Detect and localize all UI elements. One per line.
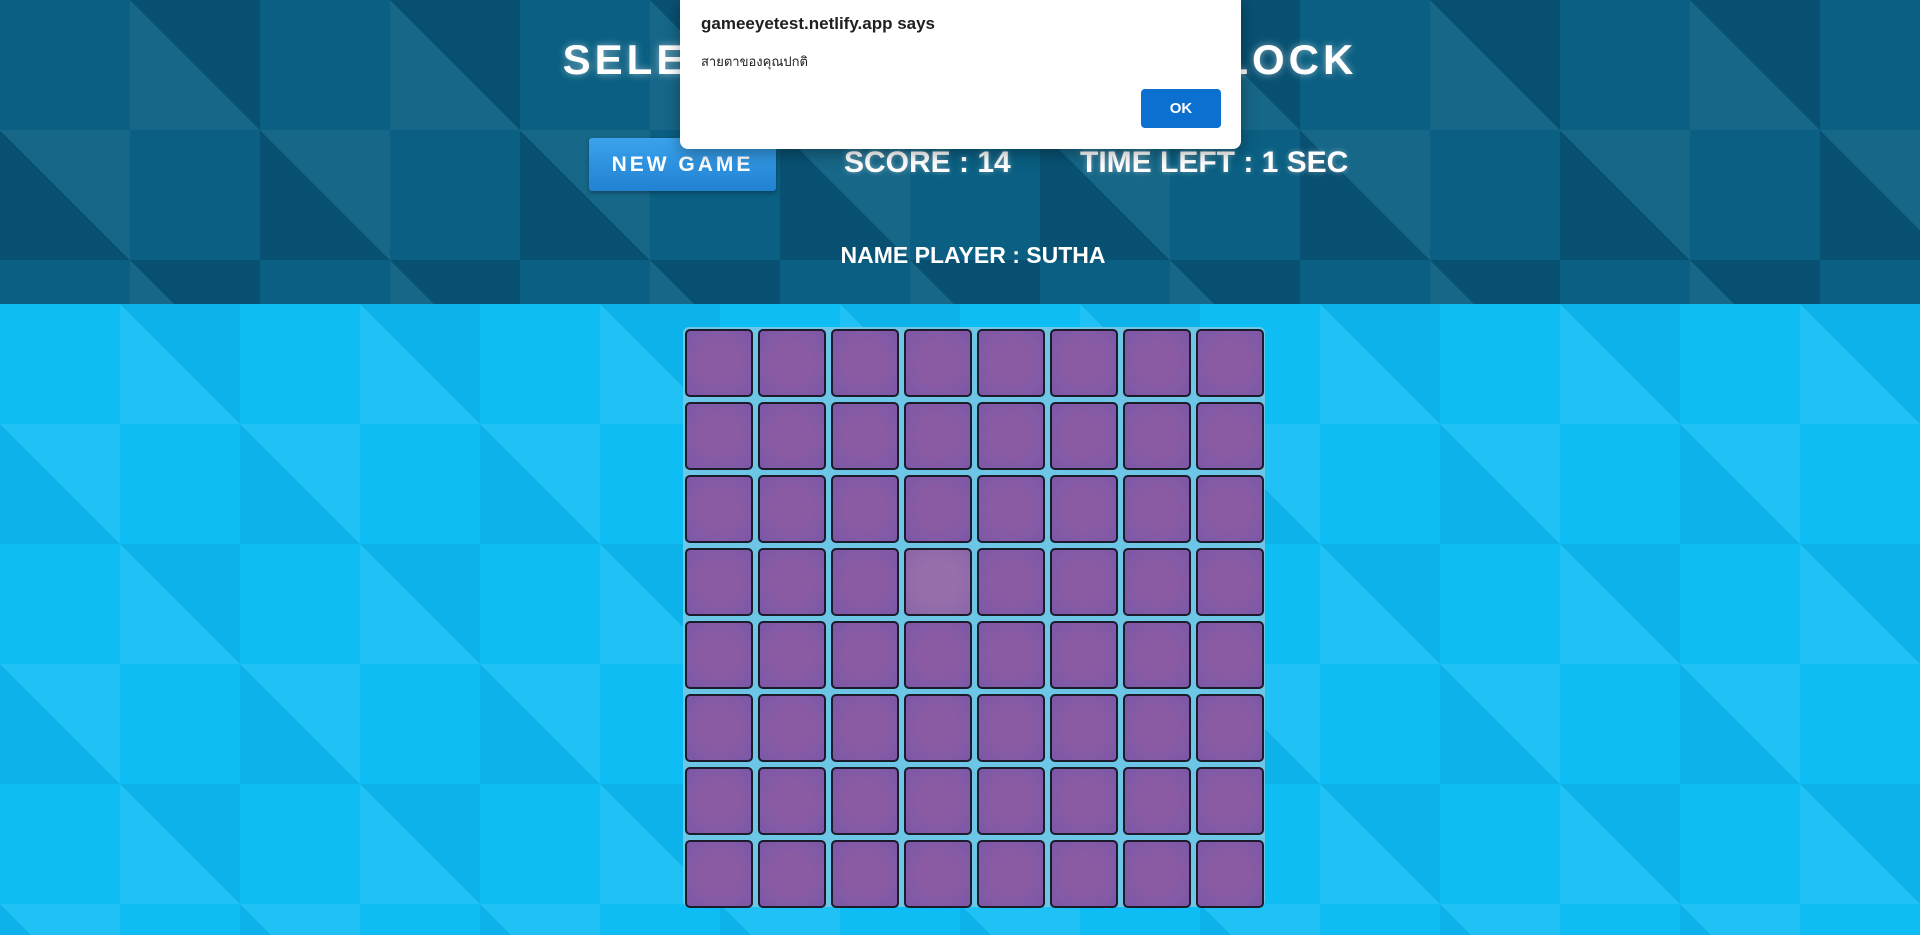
board-cell[interactable] bbox=[1196, 402, 1264, 470]
board-cell[interactable] bbox=[977, 329, 1045, 397]
board-cell[interactable] bbox=[977, 548, 1045, 616]
board-cell[interactable] bbox=[1050, 621, 1118, 689]
board-cell[interactable] bbox=[1050, 694, 1118, 762]
board-cell[interactable] bbox=[758, 621, 826, 689]
player-name: NAME PLAYER : SUTHA bbox=[840, 242, 1106, 268]
board-cell[interactable] bbox=[685, 402, 753, 470]
board-cell[interactable] bbox=[685, 548, 753, 616]
board-cell[interactable] bbox=[1196, 767, 1264, 835]
board-cell[interactable] bbox=[831, 694, 899, 762]
board-cell[interactable] bbox=[1123, 840, 1191, 908]
dialog-message: สายตาของคุณปกติ bbox=[701, 54, 808, 69]
board-cell[interactable] bbox=[904, 840, 972, 908]
board-cell[interactable] bbox=[1123, 767, 1191, 835]
board-cell[interactable] bbox=[685, 840, 753, 908]
board-cell[interactable] bbox=[685, 621, 753, 689]
board-cell[interactable] bbox=[831, 621, 899, 689]
board-cell[interactable] bbox=[831, 402, 899, 470]
board-cell[interactable] bbox=[1123, 329, 1191, 397]
score-display: SCORE : 14 bbox=[844, 146, 1011, 179]
board-cell[interactable] bbox=[1196, 621, 1264, 689]
board-cell[interactable] bbox=[1196, 694, 1264, 762]
board-cell[interactable] bbox=[977, 694, 1045, 762]
time-left-display: TIME LEFT : 1 SEC bbox=[1080, 146, 1349, 179]
board-cell[interactable] bbox=[904, 402, 972, 470]
board-cell[interactable] bbox=[1050, 548, 1118, 616]
board-cell[interactable] bbox=[1123, 621, 1191, 689]
dialog-title: gameeyetest.netlify.app says bbox=[701, 14, 936, 33]
board-cell[interactable] bbox=[685, 694, 753, 762]
board-cell[interactable] bbox=[831, 329, 899, 397]
board-cell[interactable] bbox=[758, 548, 826, 616]
board-cell[interactable] bbox=[685, 767, 753, 835]
board-cell[interactable] bbox=[1050, 767, 1118, 835]
board-cell[interactable] bbox=[977, 402, 1045, 470]
board-cell[interactable] bbox=[831, 475, 899, 543]
alert-dialog: gameeyetest.netlify.app says สายตาของคุณ… bbox=[680, 0, 1241, 149]
board-cell[interactable] bbox=[1196, 329, 1264, 397]
board-cell[interactable] bbox=[685, 475, 753, 543]
board-cell[interactable] bbox=[1050, 329, 1118, 397]
game-board bbox=[683, 327, 1265, 908]
board-cell[interactable] bbox=[1123, 694, 1191, 762]
board-cell[interactable] bbox=[904, 694, 972, 762]
board-cell[interactable] bbox=[1123, 475, 1191, 543]
board-cell[interactable] bbox=[1050, 475, 1118, 543]
board-cell[interactable] bbox=[977, 767, 1045, 835]
board-cell[interactable] bbox=[758, 694, 826, 762]
board-cell[interactable] bbox=[1196, 475, 1264, 543]
board-cell[interactable] bbox=[831, 767, 899, 835]
board-cell[interactable] bbox=[831, 840, 899, 908]
board-cell[interactable] bbox=[758, 402, 826, 470]
board-cell[interactable] bbox=[1196, 548, 1264, 616]
board-cell[interactable] bbox=[685, 329, 753, 397]
board-cell[interactable] bbox=[1196, 840, 1264, 908]
board-cell[interactable] bbox=[1123, 548, 1191, 616]
dialog-ok-button[interactable]: OK bbox=[1141, 89, 1221, 128]
board-cell[interactable] bbox=[977, 621, 1045, 689]
board-cell[interactable] bbox=[977, 840, 1045, 908]
board-cell[interactable] bbox=[758, 475, 826, 543]
board-cell[interactable] bbox=[1050, 402, 1118, 470]
board-cell[interactable] bbox=[904, 767, 972, 835]
board-cell[interactable] bbox=[758, 767, 826, 835]
board-cell[interactable] bbox=[904, 329, 972, 397]
board-cell[interactable] bbox=[904, 475, 972, 543]
board-cell[interactable] bbox=[977, 475, 1045, 543]
board-cell[interactable] bbox=[1123, 402, 1191, 470]
board-cell[interactable] bbox=[904, 548, 972, 616]
board-cell[interactable] bbox=[1050, 840, 1118, 908]
board-cell[interactable] bbox=[904, 621, 972, 689]
board-cell[interactable] bbox=[758, 329, 826, 397]
board-cell[interactable] bbox=[758, 840, 826, 908]
board-cell[interactable] bbox=[831, 548, 899, 616]
